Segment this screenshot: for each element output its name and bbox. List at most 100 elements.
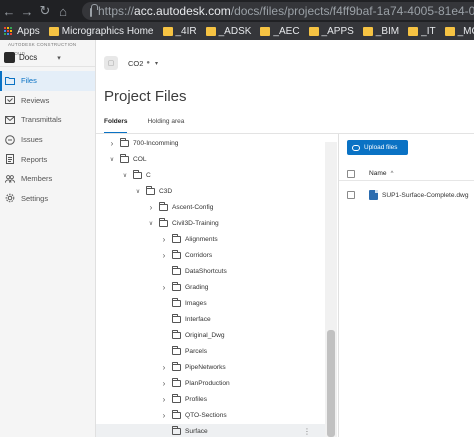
tree-row-label: PlanProduction — [185, 379, 230, 387]
folder-icon — [5, 76, 15, 86]
tree-row[interactable]: Parcels — [160, 344, 207, 358]
chevron-right-icon[interactable]: › — [160, 251, 168, 260]
chevron-right-icon[interactable]: › — [108, 139, 116, 148]
tree-row[interactable]: › 700-Incomming — [108, 136, 178, 150]
folder-icon — [146, 186, 155, 195]
bookmark-folder-icon — [260, 26, 271, 36]
chevron-down-icon[interactable]: ∨ — [108, 156, 116, 163]
tree-row[interactable]: ∨ COL — [108, 152, 147, 166]
sidebar-item-transmittals[interactable]: Transmittals — [0, 110, 95, 130]
more-options-icon[interactable]: ⋮ — [303, 427, 311, 436]
bookmark-folder[interactable]: _BIM — [362, 26, 399, 37]
file-row[interactable]: SUP1-Surface-Complete.dwg — [339, 188, 474, 202]
url-text: https://acc.autodesk.com/docs/files/proj… — [98, 4, 474, 18]
tab-folders[interactable]: Folders — [104, 118, 128, 134]
sidebar-item-label: Reviews — [21, 95, 50, 105]
sidebar-item-issues[interactable]: Issues — [0, 130, 95, 150]
bookmark-apps[interactable]: Apps — [4, 26, 40, 37]
tree-row[interactable]: › QTO-Sections — [160, 408, 227, 422]
module-switcher[interactable]: Docs ▾ — [0, 49, 95, 67]
folder-icon — [172, 362, 181, 371]
forward-icon[interactable]: → — [18, 0, 36, 22]
folder-icon — [172, 330, 181, 339]
app-window: ← → ↻ ⌂ https://acc.autodesk.com/docs/fi… — [0, 0, 474, 437]
gear-icon — [5, 193, 15, 203]
bookmark-label: Apps — [17, 25, 40, 37]
bookmark-folder[interactable]: _AEC — [260, 26, 300, 37]
sidebar-item-members[interactable]: Members — [0, 169, 95, 189]
folder-icon — [172, 346, 181, 355]
bookmark-folder[interactable]: _APPS — [308, 25, 354, 37]
file-name[interactable]: SUP1-Surface-Complete.dwg — [382, 192, 469, 199]
chevron-down-icon[interactable]: ▾ — [155, 60, 158, 67]
bookmark-folder-icon — [205, 26, 216, 36]
chevron-down-icon[interactable]: ∨ — [134, 188, 142, 195]
sidebar-item-reports[interactable]: Reports — [0, 149, 95, 169]
bookmarks-bar: Apps Micrographics Home _4IR _ADSK _AEC _APPS… — [0, 22, 474, 40]
chevron-right-icon[interactable]: › — [147, 203, 155, 212]
bookmark-folder[interactable]: _MGFX — [444, 26, 474, 37]
chevron-right-icon[interactable]: › — [160, 283, 168, 292]
tree-row[interactable]: › Grading — [160, 280, 208, 294]
tree-row[interactable]: › Profiles — [160, 392, 207, 406]
sort-ascending-icon[interactable]: ^ — [391, 171, 394, 177]
tree-row[interactable]: › PlanProduction — [160, 376, 230, 390]
tree-row[interactable]: ∨ C — [121, 168, 151, 182]
chevron-right-icon[interactable]: › — [160, 235, 168, 244]
page-title: Project Files — [104, 88, 187, 105]
reports-icon — [5, 154, 15, 165]
tree-row[interactable]: Interface — [160, 312, 211, 326]
tree-row[interactable]: › PipeNetworks — [160, 360, 226, 374]
reload-icon[interactable]: ↻ — [36, 0, 54, 22]
tree-row[interactable]: Surface ⋮ — [96, 424, 325, 437]
bookmark-folder[interactable]: _4IR — [162, 25, 197, 37]
select-all-checkbox[interactable] — [347, 169, 355, 178]
shared-folder-icon — [120, 154, 129, 163]
chevron-right-icon[interactable]: › — [160, 411, 168, 420]
tree-row[interactable]: › Corridors — [160, 248, 212, 262]
sidebar-item-label: Issues — [21, 135, 43, 145]
tree-row[interactable]: ∨ C3D — [134, 184, 172, 198]
tree-row-label: Civil3D-Training — [172, 219, 219, 227]
home-icon[interactable]: ⌂ — [54, 0, 72, 22]
back-icon[interactable]: ← — [0, 0, 18, 22]
address-bar[interactable]: https://acc.autodesk.com/docs/files/proj… — [82, 2, 474, 20]
folder-icon — [172, 394, 181, 403]
browser-toolbar: ← → ↻ ⌂ https://acc.autodesk.com/docs/fi… — [0, 0, 474, 22]
chevron-right-icon[interactable]: › — [160, 363, 168, 372]
chevron-down-icon[interactable]: ∨ — [147, 220, 155, 227]
folder-icon — [159, 202, 168, 211]
tree-row-label: C3D — [159, 187, 173, 195]
bookmark-label: _4IR — [175, 25, 197, 37]
sidebar-item-label: Settings — [21, 193, 49, 203]
bookmark-label: _APPS — [321, 25, 354, 37]
sidebar-item-files[interactable]: Files — [0, 71, 95, 91]
bookmark-folder[interactable]: Micrographics Home — [48, 26, 154, 37]
tree-row[interactable]: › Alignments — [160, 232, 218, 246]
bookmark-folder[interactable]: _ADSK — [205, 26, 251, 37]
tree-row[interactable]: Images — [160, 296, 207, 310]
chevron-right-icon[interactable]: › — [160, 395, 168, 404]
cloud-upload-icon — [352, 144, 360, 151]
sidebar-item-settings[interactable]: Settings — [0, 189, 95, 209]
tree-row-label: Surface — [185, 427, 208, 435]
tree-row[interactable]: Original_Dwg — [160, 328, 225, 342]
tree-row-label: COL — [133, 155, 147, 163]
column-name-header[interactable]: Name — [369, 170, 387, 177]
bookmark-folder[interactable]: _IT — [408, 26, 436, 37]
upload-files-button[interactable]: Upload files — [347, 140, 408, 155]
tree-row-label: Grading — [185, 283, 209, 291]
file-row-checkbox[interactable] — [347, 191, 355, 199]
sidebar-item-reviews[interactable]: Reviews — [0, 91, 95, 111]
tab-holding-area[interactable]: Holding area — [147, 118, 184, 134]
tree-row[interactable]: ∨ Civil3D-Training — [147, 216, 219, 230]
folder-icon — [172, 266, 181, 275]
folder-icon — [172, 250, 181, 259]
project-name[interactable]: CO2 — [128, 59, 143, 68]
folder-icon — [172, 314, 181, 323]
tree-row[interactable]: DataShortcuts — [160, 264, 227, 278]
chevron-right-icon[interactable]: › — [160, 379, 168, 388]
lock-icon — [90, 3, 98, 17]
tree-row[interactable]: › Ascent-Config — [147, 200, 213, 214]
chevron-down-icon[interactable]: ∨ — [121, 172, 129, 179]
